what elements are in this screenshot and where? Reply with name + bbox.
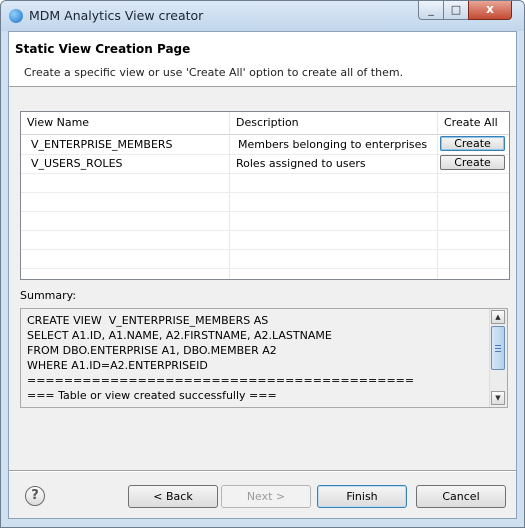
minimize-button[interactable]: _ [418, 1, 444, 20]
scroll-up-icon[interactable]: ▲ [491, 310, 505, 324]
close-button[interactable]: x [468, 1, 512, 20]
empty-row [21, 192, 509, 212]
grip-line [495, 345, 501, 346]
view-name-cell: V_USERS_ROLES [31, 157, 123, 170]
summary-text-area[interactable]: CREATE VIEW V_ENTERPRISE_MEMBERS AS SELE… [20, 308, 508, 408]
wizard-header: Static View Creation Page Create a speci… [9, 32, 516, 87]
table-header: View Name Description Create All [21, 112, 509, 135]
page-description: Create a specific view or use 'Create Al… [24, 66, 404, 79]
summary-line: SELECT A1.ID, A1.NAME, A2.FIRSTNAME, A2.… [27, 329, 332, 342]
scroll-down-icon[interactable]: ▼ [491, 391, 505, 405]
empty-row [21, 211, 509, 231]
title-bar: MDM Analytics View creator _ □ x [1, 1, 524, 31]
column-header-description[interactable]: Description [236, 116, 299, 129]
summary-line: ========================================… [27, 374, 415, 387]
create-button[interactable]: Create [440, 136, 505, 151]
minimize-icon: _ [428, 3, 434, 16]
window-title: MDM Analytics View creator [29, 8, 204, 23]
page-title: Static View Creation Page [15, 42, 191, 56]
back-button[interactable]: < Back [128, 485, 218, 508]
summary-line: WHERE A1.ID=A2.ENTERPRISEID [27, 359, 208, 372]
app-icon [9, 9, 23, 23]
empty-row [21, 173, 509, 193]
vertical-scrollbar[interactable]: ▲ ▼ [489, 309, 507, 407]
summary-label: Summary: [20, 289, 77, 302]
table-row[interactable]: V_ENTERPRISE_MEMBERS Members belonging t… [21, 135, 509, 155]
empty-row [21, 230, 509, 250]
help-icon[interactable]: ? [25, 486, 45, 506]
column-header-create-all[interactable]: Create All [444, 116, 498, 129]
summary-line: === Table or view created successfully =… [27, 389, 277, 402]
maximize-icon: □ [450, 3, 462, 16]
close-icon: x [486, 2, 494, 16]
view-name-cell: V_ENTERPRISE_MEMBERS [31, 138, 173, 151]
finish-button[interactable]: Finish [317, 485, 407, 508]
maximize-button[interactable]: □ [443, 1, 469, 20]
empty-row [21, 249, 509, 269]
dialog-body: Static View Creation Page Create a speci… [8, 31, 517, 519]
dialog-window: MDM Analytics View creator _ □ x Static … [0, 0, 525, 528]
footer-separator [9, 470, 516, 472]
table-row[interactable]: V_USERS_ROLES Roles assigned to users Cr… [21, 154, 509, 174]
next-button[interactable]: Next > [221, 485, 311, 508]
summary-line: CREATE VIEW V_ENTERPRISE_MEMBERS AS [27, 314, 269, 327]
scroll-thumb[interactable] [491, 326, 505, 370]
grip-line [495, 351, 501, 352]
column-header-view-name[interactable]: View Name [27, 116, 89, 129]
description-cell: Roles assigned to users [236, 157, 366, 170]
create-button[interactable]: Create [440, 155, 505, 170]
grip-line [495, 348, 501, 349]
description-cell: Members belonging to enterprises [238, 138, 428, 151]
views-table[interactable]: View Name Description Create All V_ENTER… [20, 111, 510, 280]
cancel-button[interactable]: Cancel [416, 485, 506, 508]
summary-line: FROM DBO.ENTERPRISE A1, DBO.MEMBER A2 [27, 344, 277, 357]
